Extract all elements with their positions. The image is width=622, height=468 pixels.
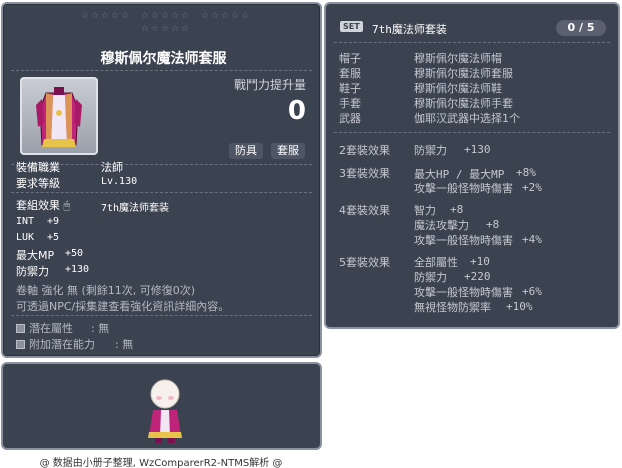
stat-def-value: +130 (65, 264, 90, 275)
set-effect-value: +8 (486, 218, 500, 231)
set-effect-name: 防禦力 (414, 144, 447, 157)
set-effect-name: 防禦力 (414, 271, 447, 284)
set-effect-name: 攻擊一般怪物時傷害 (414, 182, 513, 195)
set-effect-value: +10 (470, 255, 490, 268)
set-effect-name: 魔法攻擊力 (414, 219, 469, 232)
set-piece-slot: 帽子 (339, 52, 361, 65)
set-effect-value: +220 (464, 270, 491, 283)
set-effect-value: +6% (522, 285, 542, 298)
tag-armor: 防具 (229, 143, 263, 159)
character-preview-panel (1, 362, 322, 450)
power-increase-value: 0 (287, 96, 306, 126)
set-piece-name: 伽耶汉武器中选择1个 (414, 112, 520, 125)
set-tier-label: 2套裝效果 (339, 144, 390, 157)
set-name: 7th魔法师套装 (372, 23, 447, 36)
stat-def-label: 防禦力 (16, 265, 49, 278)
set-badge: SET (340, 21, 363, 32)
set-tier-label: 4套裝效果 (339, 204, 390, 217)
set-piece-name: 穆斯佩尔魔法师帽 (414, 52, 502, 65)
divider (334, 132, 610, 133)
item-name: 穆斯佩尔魔法师套服 (100, 51, 227, 67)
stat-mp-label: 最大MP (16, 249, 55, 262)
set-effect-value: +2% (522, 181, 542, 194)
potential-row: 潛在屬性 (16, 320, 73, 336)
set-piece-slot: 套服 (339, 67, 361, 80)
set-piece-slot: 手套 (339, 97, 361, 110)
set-effect-value: +8 (450, 203, 464, 216)
set-effect-name: 攻擊一般怪物時傷害 (414, 286, 513, 299)
star-force-stars: ☆☆☆☆☆ ☆☆☆☆☆ ☆☆☆☆☆ ☆☆☆☆☆ (80, 11, 252, 34)
stat-mp-value: +50 (65, 248, 84, 259)
bonus-potential-icon (16, 340, 25, 349)
set-tier-label: 3套裝效果 (339, 167, 390, 180)
set-effect-value[interactable]: 7th魔法师套装 (101, 199, 169, 214)
potential-icon (16, 324, 25, 333)
divider (11, 70, 312, 71)
bonus-potential-value: : 無 (115, 338, 134, 351)
set-effect-name: 無視怪物防禦率 (414, 301, 491, 314)
req-job-value: 法師 (101, 161, 123, 174)
set-effect-label: 套組效果 🖱 (16, 199, 71, 212)
req-level-label: 要求等級 (16, 177, 60, 190)
stat-luk-label: LUK (16, 232, 35, 243)
divider (334, 42, 610, 43)
character-avatar-icon (148, 379, 182, 443)
bonus-potential-row: 附加潛在能力 (16, 336, 95, 352)
set-effect-name: 攻擊一般怪物時傷害 (414, 234, 513, 247)
set-piece-name: 穆斯佩尔魔法师鞋 (414, 82, 502, 95)
set-effect-value: +4% (522, 233, 542, 246)
set-info-panel: SET 7th魔法师套装 0 / 5 帽子 穆斯佩尔魔法师帽 套服 穆斯佩尔魔法… (324, 2, 620, 329)
set-piece-slot: 武器 (339, 112, 361, 125)
set-piece-name: 穆斯佩尔魔法师手套 (414, 97, 513, 110)
upgrade-hint: 可透過NPC/採集建查看強化資訊詳細內容。 (16, 300, 230, 313)
divider (11, 315, 312, 316)
potential-value: : 無 (91, 322, 110, 335)
req-level-value: Lv.130 (101, 176, 138, 187)
set-effect-value: +8% (516, 166, 536, 179)
divider (11, 192, 312, 193)
req-job-row: 裝備職業 (16, 161, 60, 174)
item-icon (20, 77, 98, 155)
set-effect-name: 智力 (414, 204, 436, 217)
set-effect-value: +130 (464, 143, 491, 156)
power-increase-label: 戰鬥力提升量 (233, 78, 306, 92)
set-count: 0 / 5 (556, 20, 606, 36)
set-effect-name: 全部屬性 (414, 256, 458, 269)
robe-icon (36, 87, 82, 147)
tag-overall: 套服 (271, 143, 305, 159)
set-tier-label: 5套裝效果 (339, 256, 390, 269)
stat-luk-value: +5 (47, 232, 60, 243)
footer-credit: @ 数据由小册子整理, WzComparerR2-NTMS解析 @ (39, 458, 283, 468)
stat-int-value: +9 (47, 216, 60, 227)
set-piece-name: 穆斯佩尔魔法师套服 (414, 67, 513, 80)
upgrade-info: 卷軸 強化 無 (剩餘11次, 可修復0次) (16, 284, 196, 297)
set-piece-slot: 鞋子 (339, 82, 361, 95)
stat-int-label: INT (16, 216, 35, 227)
item-tooltip-panel: ☆☆☆☆☆ ☆☆☆☆☆ ☆☆☆☆☆ ☆☆☆☆☆ 穆斯佩尔魔法师套服 戰鬥力提升量… (1, 2, 322, 358)
set-effect-value: +10% (506, 300, 533, 313)
